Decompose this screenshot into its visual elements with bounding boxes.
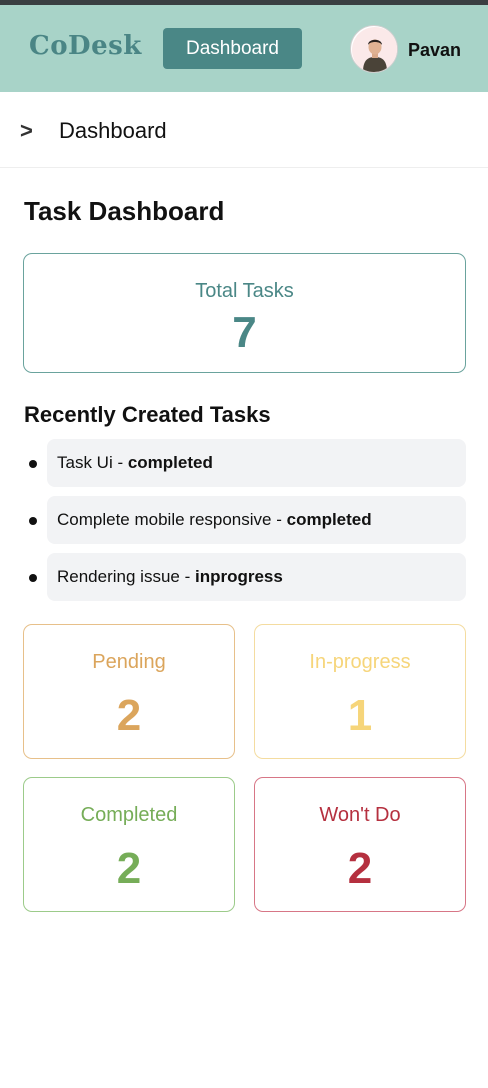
- inprogress-count: 1: [347, 691, 373, 740]
- pending-stat-card: Pending 2: [23, 624, 235, 759]
- task-status: inprogress: [194, 567, 283, 586]
- breadcrumb: > Dashboard: [0, 92, 488, 168]
- task-status: completed: [127, 453, 213, 472]
- app-header: CoDesk Dashboard Pavan: [0, 5, 488, 92]
- inprogress-stat-card: In-progress 1: [254, 624, 466, 759]
- task-name: Complete mobile responsive: [57, 510, 272, 529]
- dashboard-nav-button[interactable]: Dashboard: [163, 28, 302, 69]
- task-separator: -: [112, 453, 128, 472]
- task-name: Task Ui: [57, 453, 113, 472]
- list-item[interactable]: Rendering issue - inprogress: [47, 553, 466, 601]
- wontdo-stat-card: Won't Do 2: [254, 777, 466, 912]
- completed-count: 2: [116, 844, 142, 893]
- list-bullet: [29, 574, 37, 582]
- recent-tasks-title: Recently Created Tasks: [24, 402, 271, 427]
- user-avatar-icon: [352, 27, 397, 72]
- page-title: Task Dashboard: [24, 196, 225, 226]
- completed-label: Completed: [80, 804, 178, 826]
- wontdo-count: 2: [347, 844, 373, 893]
- task-status: completed: [286, 510, 372, 529]
- list-item[interactable]: Complete mobile responsive - completed: [47, 496, 466, 544]
- list-bullet: [29, 460, 37, 468]
- task-separator: -: [179, 567, 195, 586]
- total-tasks-value: 7: [232, 308, 257, 357]
- username[interactable]: Pavan: [408, 40, 461, 61]
- chevron-right-icon: >: [20, 118, 33, 143]
- breadcrumb-current: Dashboard: [59, 118, 167, 143]
- task-separator: -: [271, 510, 287, 529]
- task-name: Rendering issue: [57, 567, 180, 586]
- inprogress-label: In-progress: [309, 651, 411, 673]
- completed-stat-card: Completed 2: [23, 777, 235, 912]
- avatar[interactable]: [350, 25, 398, 73]
- wontdo-label: Won't Do: [319, 804, 401, 826]
- pending-count: 2: [116, 691, 142, 740]
- app-logo[interactable]: CoDesk: [29, 31, 142, 61]
- total-tasks-label: Total Tasks: [195, 280, 294, 302]
- list-item[interactable]: Task Ui - completed: [47, 439, 466, 487]
- list-bullet: [29, 517, 37, 525]
- pending-label: Pending: [92, 651, 166, 673]
- total-tasks-card: Total Tasks 7: [23, 253, 466, 373]
